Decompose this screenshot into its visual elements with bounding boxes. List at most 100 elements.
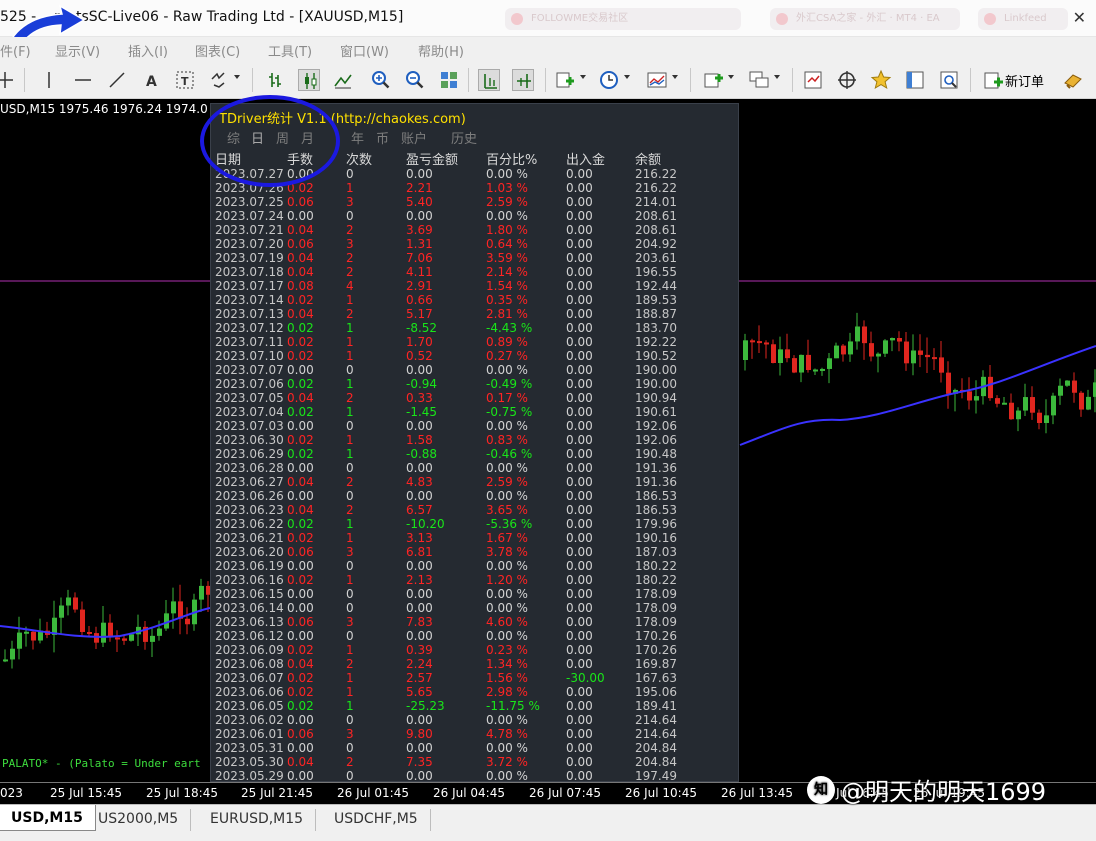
table-cell: 0.04 (287, 503, 314, 517)
table-cell: -0.88 (406, 447, 438, 461)
stats-tab-currency[interactable]: 币 (376, 128, 389, 147)
table-cell: 0.00 (566, 685, 593, 699)
close-icon[interactable]: ✕ (1073, 8, 1086, 27)
candle-body (171, 601, 176, 614)
table-cell: 5.17 (406, 307, 433, 321)
table-cell: 0.00 (566, 489, 593, 503)
table-row: 2023.06.27 0.04 2 4.83 2.59 % 0.00 191.36 (211, 475, 738, 489)
templates-icon[interactable] (646, 69, 668, 91)
new-order-button[interactable]: 新订单 (980, 69, 1062, 91)
menu-help[interactable]: 帮助(H) (418, 41, 464, 60)
market-watch-icon[interactable] (802, 69, 824, 91)
table-cell: 186.53 (635, 489, 677, 503)
stats-tab-account[interactable]: 账户 (401, 128, 427, 147)
candle-body (932, 357, 937, 360)
chart-tab-us2000[interactable]: US2000,M5 (86, 809, 192, 831)
candle-body (918, 350, 923, 355)
navigator-icon[interactable] (836, 69, 858, 91)
table-cell: 0.00 (287, 741, 314, 755)
profiles-icon[interactable] (748, 69, 770, 91)
arrows-icon[interactable] (208, 69, 230, 91)
menu-view[interactable]: 显示(V) (55, 41, 100, 60)
trend-line-icon[interactable] (106, 69, 128, 91)
candle-body (185, 618, 190, 625)
menu-insert[interactable]: 插入(I) (128, 41, 168, 60)
menu-window[interactable]: 窗口(W) (340, 41, 389, 60)
table-cell: 0.04 (287, 251, 314, 265)
table-cell: 0.06 (287, 545, 314, 559)
zoom-in-icon[interactable] (370, 69, 392, 91)
strategy-tester-icon[interactable] (938, 69, 960, 91)
table-cell: 0.02 (287, 685, 314, 699)
table-cell: 0.04 (287, 307, 314, 321)
stats-tab-history[interactable]: 历史 (451, 128, 477, 147)
table-row: 2023.07.12 0.02 1 -8.52 -4.43 % 0.00 183.70 (211, 321, 738, 335)
stats-tab-year[interactable]: 年 (351, 128, 364, 147)
table-cell: 0.00 (406, 741, 433, 755)
terminal-icon[interactable] (904, 69, 926, 91)
table-row: 2023.07.17 0.08 4 2.91 1.54 % 0.00 192.44 (211, 279, 738, 293)
text-label-icon[interactable]: T (174, 69, 196, 91)
table-row: 2023.06.29 0.02 1 -0.88 -0.46 % 0.00 190.48 (211, 447, 738, 461)
candle-body (883, 340, 888, 354)
zoom-out-icon[interactable] (404, 69, 426, 91)
table-cell: 2023.06.13 (215, 615, 284, 629)
browser-tab-2[interactable]: 外汇CSA之家 - 外汇 · MT4 · EA (770, 8, 960, 30)
text-icon[interactable]: A (140, 69, 162, 91)
horizontal-line-icon[interactable] (72, 69, 94, 91)
table-cell: 0.00 (566, 587, 593, 601)
candle-body (820, 368, 825, 371)
table-cell: -0.94 (406, 377, 438, 391)
table-cell: 2023.07.20 (215, 237, 284, 251)
table-cell: 189.53 (635, 293, 677, 307)
table-cell: 2023.06.12 (215, 629, 284, 643)
line-chart-icon[interactable] (332, 69, 354, 91)
new-chart-icon[interactable] (702, 69, 724, 91)
candle-body (1023, 397, 1028, 411)
table-cell: 0.02 (287, 531, 314, 545)
auto-scroll-icon[interactable] (512, 69, 534, 91)
table-cell: 0.00 % (486, 167, 528, 181)
periods-clock-icon[interactable] (598, 69, 620, 91)
menu-file[interactable]: 件(F) (0, 41, 31, 60)
candle-body (904, 341, 909, 364)
browser-tab-1[interactable]: FOLLOWME交易社区 (505, 8, 741, 30)
chart-tab-usdchf[interactable]: USDCHF,M5 (322, 809, 431, 831)
autotrading-icon[interactable] (1062, 69, 1084, 91)
table-cell: 169.87 (635, 657, 677, 671)
candlestick-chart-icon[interactable] (298, 69, 320, 91)
table-row: 2023.06.06 0.02 1 5.65 2.98 % 0.00 195.06 (211, 685, 738, 699)
table-cell: 190.94 (635, 391, 677, 405)
candle-body (806, 354, 811, 371)
favorites-star-icon[interactable] (870, 69, 892, 91)
bar-chart-icon[interactable] (264, 69, 286, 91)
vertical-line-icon[interactable] (38, 69, 60, 91)
table-cell: 0.02 (287, 377, 314, 391)
table-cell: 0.39 (406, 643, 433, 657)
chart-shift-icon[interactable] (478, 69, 500, 91)
candle-body (80, 609, 85, 632)
table-cell: 180.22 (635, 559, 677, 573)
table-row: 2023.07.10 0.02 1 0.52 0.27 % 0.00 190.52 (211, 349, 738, 363)
table-row: 2023.06.21 0.02 1 3.13 1.67 % 0.00 190.16 (211, 531, 738, 545)
tile-windows-icon[interactable] (438, 69, 460, 91)
indicators-icon[interactable] (554, 69, 576, 91)
table-cell: 1 (346, 447, 354, 461)
menu-tools[interactable]: 工具(T) (268, 41, 312, 60)
table-cell: 2 (346, 307, 354, 321)
crosshair-cursor-icon[interactable] (0, 69, 16, 91)
table-cell: 2023.06.15 (215, 587, 284, 601)
table-cell: 2023.06.27 (215, 475, 284, 489)
chart-tab-xauusd[interactable]: USD,M15 (0, 805, 96, 831)
tab-favicon-icon (776, 13, 788, 25)
table-cell: 0.00 (566, 377, 593, 391)
table-cell: 1 (346, 433, 354, 447)
chart-tab-eurusd[interactable]: EURUSD,M15 (198, 809, 317, 831)
time-label: 26 Jul 13:45 (721, 786, 793, 800)
menu-charts[interactable]: 图表(C) (195, 41, 240, 60)
table-cell: 192.06 (635, 433, 677, 447)
table-cell: 0 (346, 629, 354, 643)
browser-tab-3[interactable]: Linkfeed (978, 8, 1068, 30)
table-cell: 2023.07.14 (215, 293, 284, 307)
table-cell: 2.57 (406, 671, 433, 685)
